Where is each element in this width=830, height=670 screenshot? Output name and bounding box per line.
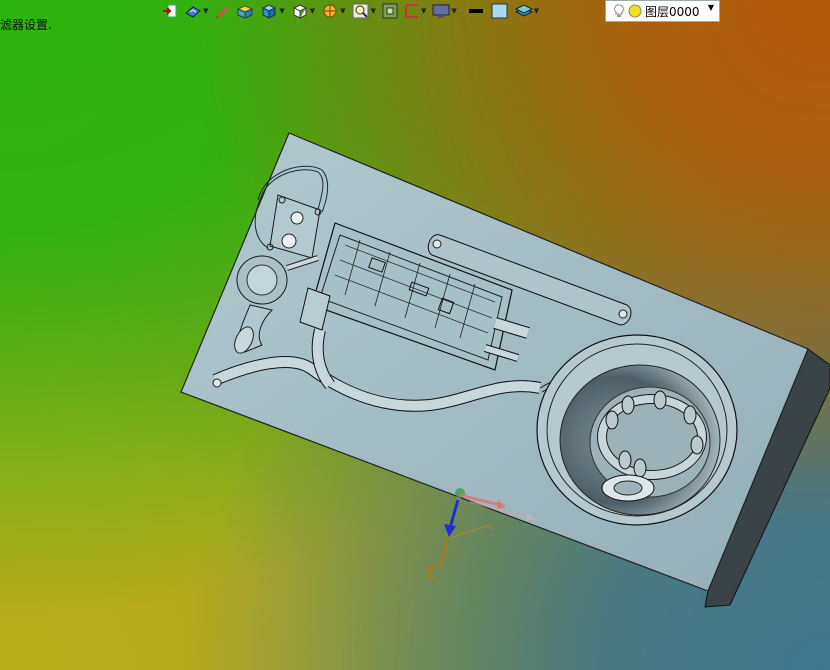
- 3d-viewport[interactable]: Z: [0, 0, 830, 670]
- z-axis-label: Z: [426, 567, 435, 582]
